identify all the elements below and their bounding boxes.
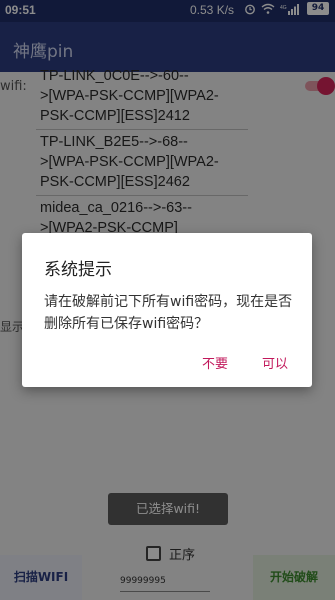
dialog-title: 系统提示	[44, 260, 112, 280]
dialog-message: 请在破解前记下所有wifi密码，现在是否删除所有已保存wifi密码？	[44, 294, 293, 332]
dialog-actions: 不要 可以	[202, 353, 288, 372]
dialog-positive-button[interactable]: 可以	[262, 353, 288, 372]
system-dialog: 系统提示 请在破解前记下所有wifi密码，现在是否删除所有已保存wifi密码？ …	[22, 233, 312, 387]
dialog-negative-button[interactable]: 不要	[202, 353, 228, 372]
